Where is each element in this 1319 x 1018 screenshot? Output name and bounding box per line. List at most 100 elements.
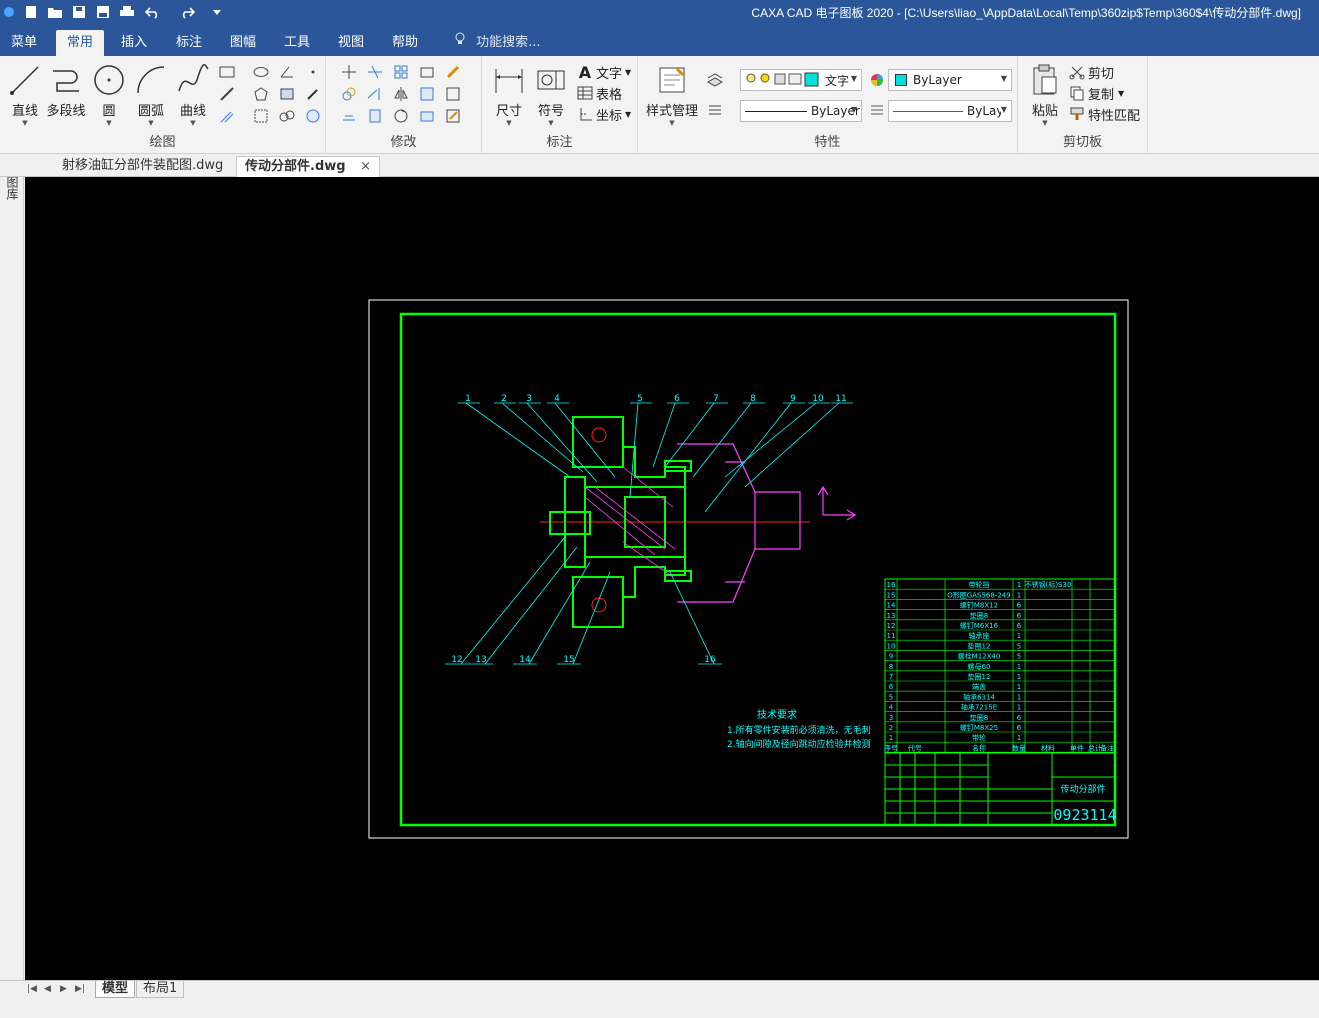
ellipse-icon[interactable] (250, 62, 272, 82)
break-icon[interactable] (364, 106, 386, 126)
edit-icon[interactable] (442, 62, 464, 82)
dimension-button[interactable]: 尺寸 ▼ (488, 62, 530, 128)
centerline-icon[interactable] (216, 84, 238, 104)
bom-cell: 6 (1017, 612, 1022, 620)
parallel-line-icon[interactable] (216, 106, 238, 126)
block-icon[interactable] (250, 106, 272, 126)
drawing-canvas[interactable]: 1 2 3 4 5 6 7 8 9 10 11 12 13 14 15 16 技术要求 1.所有零件安装前必… (25, 177, 1319, 980)
bom-cell: O形圈GAS568-249 (947, 591, 1010, 599)
save-icon[interactable] (70, 3, 88, 21)
extend-icon[interactable] (364, 84, 386, 104)
pick-icon[interactable] (302, 84, 324, 104)
new-file-icon[interactable] (22, 3, 40, 21)
print-icon[interactable] (118, 3, 136, 21)
leader-line (572, 571, 611, 665)
close-tab-icon[interactable]: × (360, 159, 371, 174)
color-wheel-icon[interactable] (866, 70, 888, 90)
bom-header-cell: 单件 (1070, 743, 1084, 752)
undo-icon[interactable] (144, 3, 162, 21)
rotate-icon[interactable] (390, 106, 412, 126)
trim-icon[interactable] (364, 62, 386, 82)
text-icon: A (578, 62, 592, 82)
point-icon[interactable] (302, 62, 324, 82)
hatch-icon[interactable] (276, 84, 298, 104)
mirror-icon[interactable] (390, 84, 412, 104)
redo-icon[interactable] (178, 3, 196, 21)
function-search[interactable]: 功能搜索... (454, 30, 541, 56)
text-button[interactable]: A 文字 ▼ (576, 62, 631, 82)
tab-model[interactable]: 模型 (95, 981, 136, 998)
curve-button[interactable]: 曲线 ▼ (172, 62, 214, 128)
explode-icon[interactable] (416, 106, 438, 126)
arc-button[interactable]: 圆弧 ▼ (130, 62, 172, 128)
first-tab-icon[interactable]: |◀ (27, 984, 37, 994)
copy-button[interactable]: 复制 ▼ (1068, 83, 1124, 103)
match-properties-button[interactable]: 特性匹配 (1068, 104, 1140, 124)
lightbulb-icon (454, 30, 472, 56)
balloon-number: 3 (526, 394, 532, 404)
tab-menu[interactable]: 菜单 (0, 30, 48, 56)
coordinate-button[interactable]: 坐标 ▼ (576, 104, 631, 124)
offset-icon[interactable] (338, 106, 360, 126)
bom-cell: 1 (889, 734, 893, 742)
polygon-icon[interactable] (250, 84, 272, 104)
style-manager-button[interactable]: 样式管理 ▼ (646, 62, 698, 128)
leader-line (484, 546, 578, 665)
prev-tab-icon[interactable]: ◀ (44, 984, 51, 994)
stretch-icon[interactable] (416, 62, 438, 82)
paste-button[interactable]: 粘贴 ▼ (1024, 62, 1066, 128)
scale-icon[interactable] (416, 84, 438, 104)
save-all-icon[interactable] (94, 3, 112, 21)
fillet-icon[interactable] (442, 84, 464, 104)
open-file-icon[interactable] (46, 3, 64, 21)
bom-cell: 5 (889, 693, 893, 701)
layer-select[interactable]: ByLayer ▼ (888, 69, 1012, 91)
clipboard-group: 粘贴 ▼ 剪切 复制 ▼ 特性匹配 剪切板 (1018, 56, 1148, 154)
array-icon[interactable] (390, 62, 412, 82)
bom-cell: 5 (1017, 653, 1021, 661)
library-tab[interactable]: 图库 (4, 176, 21, 200)
tab-layout1[interactable]: 布局1 (136, 981, 185, 998)
leader-line (744, 402, 840, 488)
tech-note-2: 2.轴向间隙及径向跳动应检验并检测 (727, 738, 871, 750)
properties-edit-icon[interactable] (442, 106, 464, 126)
next-tab-icon[interactable]: ▶ (60, 984, 67, 994)
bom-cell: 3 (889, 714, 893, 722)
tab-home[interactable]: 常用 (56, 30, 105, 56)
tab-insert[interactable]: 插入 (110, 30, 158, 56)
arc-icon (137, 66, 165, 94)
linetype-select[interactable]: ByLayer ▼ (740, 100, 862, 122)
scissors-icon (1068, 63, 1086, 81)
symbol-button[interactable]: 符号 ▼ (530, 62, 572, 128)
lineweight-icon[interactable] (866, 100, 888, 120)
text-style-select[interactable]: 文字 ▼ (740, 69, 862, 91)
app-logo-icon[interactable] (0, 3, 18, 21)
circle-button[interactable]: 圆 ▼ (88, 62, 130, 128)
polyline-button[interactable]: 多段线 (46, 62, 86, 128)
customize-quick-access-icon[interactable] (208, 3, 226, 21)
angle-line-icon[interactable] (276, 62, 298, 82)
cut-button[interactable]: 剪切 (1068, 62, 1114, 82)
cloud-icon[interactable] (276, 106, 298, 126)
last-tab-icon[interactable]: ▶| (75, 984, 85, 994)
doc-tab-transmission[interactable]: 传动分部件.dwg × (236, 156, 380, 177)
leader-line (724, 402, 817, 478)
color-select[interactable]: ByLayer ▼ (888, 100, 1012, 122)
move-icon[interactable] (338, 62, 360, 82)
doc-tab-injection-cylinder[interactable]: 射移油缸分部件装配图.dwg (54, 156, 231, 177)
tab-tools[interactable]: 工具 (273, 30, 321, 56)
linewidth-icon[interactable] (704, 100, 726, 120)
table-button[interactable]: 表格 (576, 83, 622, 103)
tab-sheet[interactable]: 图幅 (219, 30, 267, 56)
bom-cell: 垫圈8 (970, 611, 988, 620)
tab-help[interactable]: 帮助 (381, 30, 429, 56)
copy-object-icon[interactable] (338, 84, 360, 104)
line-button[interactable]: 直线 ▼ (4, 62, 46, 128)
layer-manager-icon[interactable] (704, 70, 726, 90)
image-icon[interactable] (302, 106, 324, 126)
rectangle-icon[interactable] (216, 62, 238, 82)
tab-annotate[interactable]: 标注 (165, 30, 213, 56)
tab-view[interactable]: 视图 (327, 30, 375, 56)
color-swatch (895, 74, 907, 86)
menu-tab-bar: 菜单 常用 插入 标注 图幅 工具 视图 帮助 功能搜索... (0, 28, 1319, 56)
